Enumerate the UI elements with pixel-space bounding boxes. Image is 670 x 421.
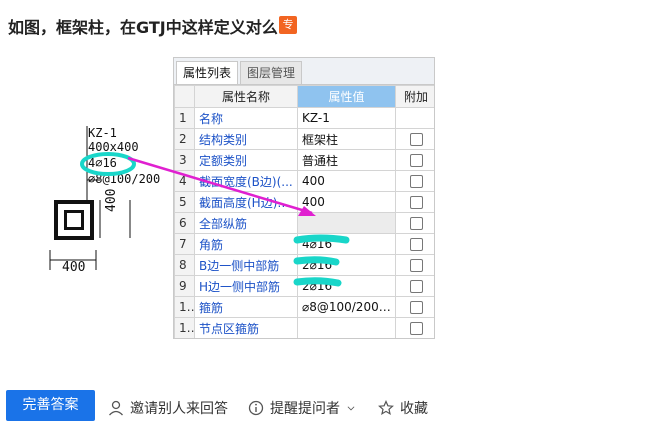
expert-badge: 专 <box>279 16 297 34</box>
row-index: 8 <box>174 254 195 276</box>
property-name: H边一侧中部筋 <box>194 275 298 297</box>
question-title: 如图，框架柱，在GTJ中这样定义对么 <box>8 18 278 37</box>
row-index: 4 <box>174 170 195 192</box>
extra-cell <box>395 107 434 129</box>
tab-property-list[interactable]: 属性列表 <box>176 61 239 84</box>
column-section <box>54 200 94 240</box>
table-row[interactable]: 9 H边一侧中部筋 2⌀16 <box>174 275 434 297</box>
property-name: 箍筋 <box>194 296 298 318</box>
info-icon <box>248 400 264 416</box>
collect-label: 收藏 <box>400 401 428 417</box>
extra-checkbox[interactable] <box>409 280 423 293</box>
remind-label: 提醒提问者 <box>270 401 340 417</box>
table-row[interactable]: 10箍筋⌀8@100/200(4*... <box>174 296 434 318</box>
table-row[interactable]: 3 定额类别 普通柱 <box>174 149 434 171</box>
row-index: 11 <box>174 317 195 338</box>
row-index: 6 <box>174 212 195 234</box>
table-row[interactable]: 2 结构类别 框架柱 <box>174 128 434 150</box>
tab-layer-manage[interactable]: 图层管理 <box>240 61 303 84</box>
property-value[interactable]: 普通柱 <box>297 149 396 171</box>
extra-checkbox[interactable] <box>409 154 423 167</box>
extra-cell <box>395 296 434 318</box>
property-name: 定额类别 <box>194 149 298 171</box>
drawing-dim-h: 400 <box>62 260 86 275</box>
row-index: 3 <box>174 149 195 171</box>
extra-checkbox[interactable] <box>409 238 423 251</box>
table-row[interactable]: 5 截面高度(H边)(... 400 <box>174 191 434 213</box>
extra-checkbox[interactable] <box>409 196 423 209</box>
table-header: 属性名称 属性值 附加 <box>174 85 434 108</box>
property-name: 全部纵筋 <box>194 212 298 234</box>
extra-cell <box>395 254 434 276</box>
remind-asker-button[interactable]: 提醒提问者 <box>248 398 356 418</box>
property-value[interactable] <box>297 212 396 234</box>
property-name: 节点区箍筋 <box>194 317 298 338</box>
extra-cell <box>395 233 434 255</box>
property-name: 结构类别 <box>194 128 298 150</box>
invite-label: 邀请别人来回答 <box>130 401 228 417</box>
property-name: 截面高度(H边)(... <box>194 191 298 213</box>
row-index: 5 <box>174 191 195 213</box>
property-value[interactable]: 框架柱 <box>297 128 396 150</box>
property-name: 角筋 <box>194 233 298 255</box>
extra-checkbox[interactable] <box>409 259 423 272</box>
property-value[interactable]: ⌀8@100/200(4*... <box>297 296 396 318</box>
extra-checkbox[interactable] <box>409 133 423 146</box>
star-icon <box>378 400 394 416</box>
table-row[interactable]: 11 节点区箍筋 <box>174 317 434 338</box>
header-name: 属性名称 <box>194 85 298 108</box>
user-icon <box>109 400 123 416</box>
row-index: 9 <box>174 275 195 297</box>
property-name: B边一侧中部筋 <box>194 254 298 276</box>
extra-cell <box>395 317 434 338</box>
chevron-down-icon <box>347 406 355 411</box>
extra-cell <box>395 170 434 192</box>
extra-checkbox[interactable] <box>409 217 423 230</box>
property-value[interactable]: 4⌀16 <box>297 233 396 255</box>
invite-answer-button[interactable]: 邀请别人来回答 <box>108 398 228 418</box>
property-value[interactable]: 2⌀16 <box>297 254 396 276</box>
extra-cell <box>395 275 434 297</box>
property-table: 属性名称 属性值 附加 1 名称 KZ-1 2 结构类别 框架柱 3 定额类别 普通柱 4 截面宽度… <box>174 85 434 338</box>
extra-cell <box>395 128 434 150</box>
row-index: 10 <box>174 296 195 318</box>
property-value[interactable]: KZ-1 <box>297 107 396 129</box>
panel-tabs: 属性列表 图层管理 <box>174 58 434 85</box>
property-value[interactable]: 2⌀16 <box>297 275 396 297</box>
property-value[interactable] <box>297 317 396 338</box>
drawing-dim-v: 400 <box>104 188 119 212</box>
extra-checkbox[interactable] <box>409 322 423 335</box>
extra-cell <box>395 212 434 234</box>
improve-answer-button[interactable]: 完善答案 <box>6 390 95 421</box>
row-index: 2 <box>174 128 195 150</box>
extra-cell <box>395 149 434 171</box>
table-row[interactable]: 7 角筋 4⌀16 <box>174 233 434 255</box>
column-drawing: KZ-1 400x400 4⌀16 ⌀8@100/200 400 400 <box>40 120 170 290</box>
extra-checkbox[interactable] <box>409 175 423 188</box>
property-name: 截面宽度(B边)(... <box>194 170 298 192</box>
property-value[interactable]: 400 <box>297 170 396 192</box>
property-panel: 属性列表 图层管理 属性名称 属性值 附加 1 名称 KZ-1 2 结构类别 框架柱 3 定额… <box>173 57 435 339</box>
row-index: 7 <box>174 233 195 255</box>
property-name: 名称 <box>194 107 298 129</box>
collect-button[interactable]: 收藏 <box>378 398 428 418</box>
header-extra: 附加 <box>395 85 434 108</box>
extra-checkbox[interactable] <box>409 301 423 314</box>
table-row[interactable]: 1 名称 KZ-1 <box>174 107 434 129</box>
table-row[interactable]: 8 B边一侧中部筋 2⌀16 <box>174 254 434 276</box>
table-row[interactable]: 4 截面宽度(B边)(... 400 <box>174 170 434 192</box>
property-value[interactable]: 400 <box>297 191 396 213</box>
table-row[interactable]: 6 全部纵筋 <box>174 212 434 234</box>
header-index <box>174 85 195 108</box>
extra-cell <box>395 191 434 213</box>
row-index: 1 <box>174 107 195 129</box>
header-value: 属性值 <box>297 85 396 108</box>
